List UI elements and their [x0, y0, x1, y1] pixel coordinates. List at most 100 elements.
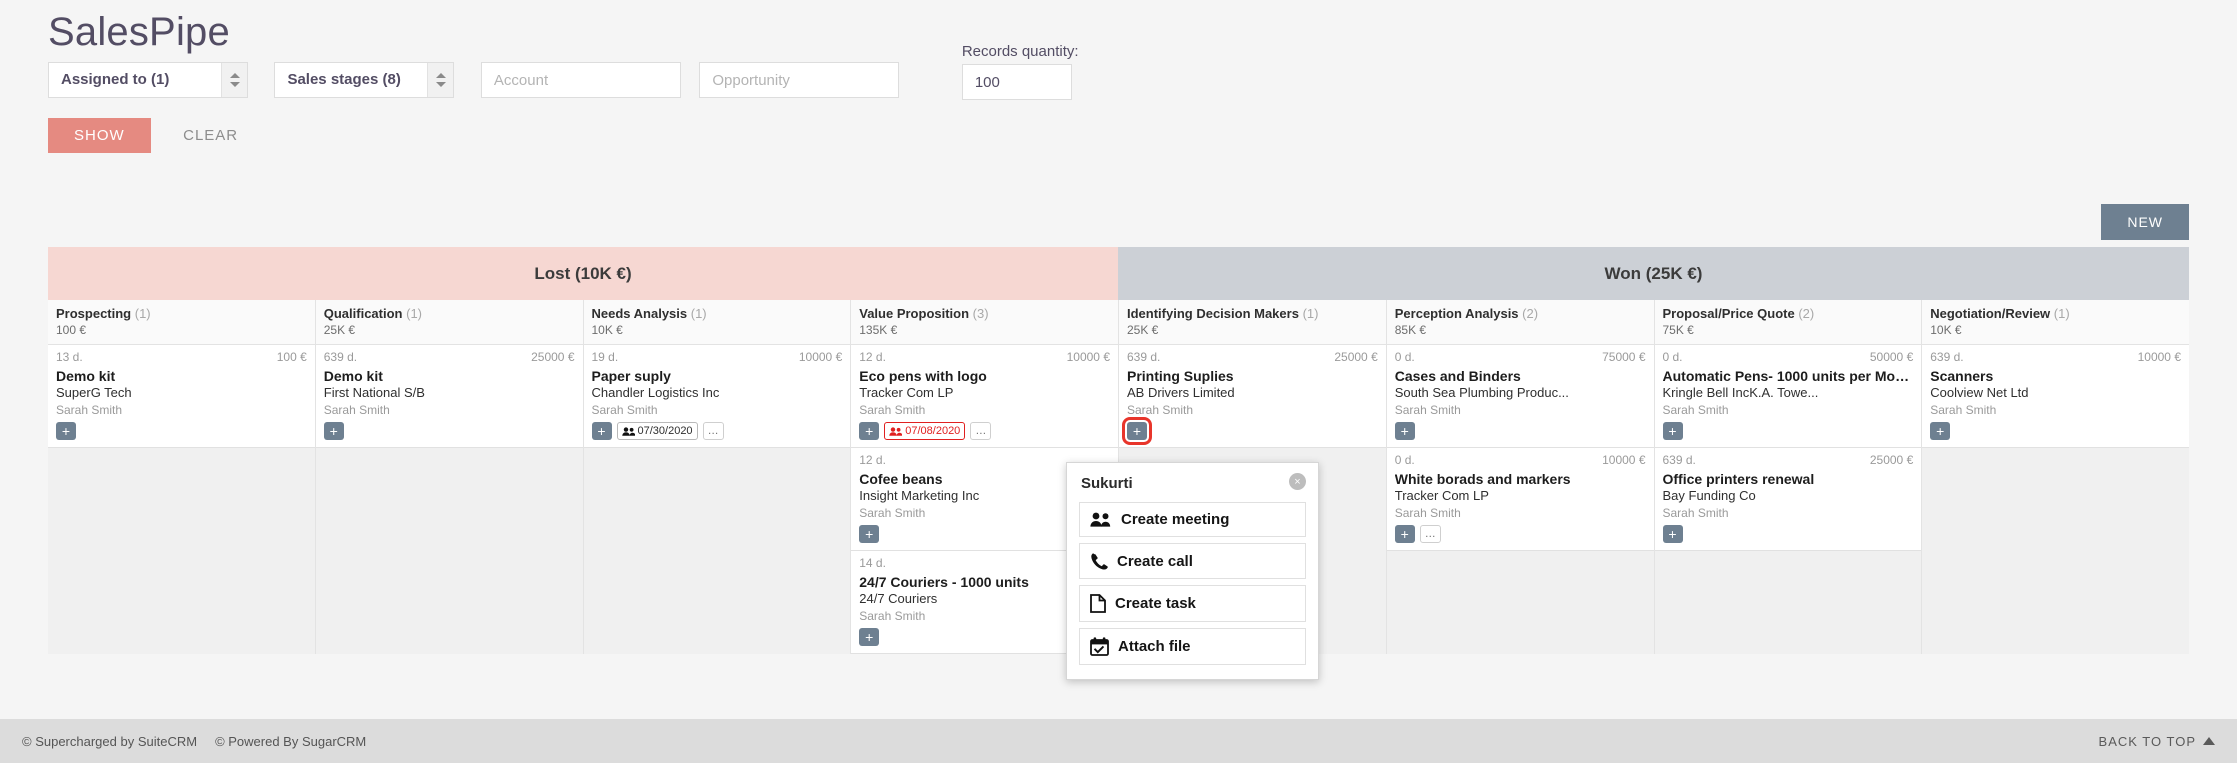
card-opportunity-name[interactable]: Automatic Pens- 1000 units per Month	[1663, 368, 1914, 384]
card-opportunity-name[interactable]: Paper suply	[592, 368, 843, 384]
records-quantity-input[interactable]	[961, 64, 1072, 100]
card-add-activity-button[interactable]: +	[859, 525, 880, 543]
card-meta-row: 19 d. 10000 €	[592, 350, 843, 364]
opportunity-card[interactable]: 639 d. 25000 € Demo kit First National S/B S…	[315, 345, 583, 448]
assigned-to-spinner[interactable]	[221, 63, 247, 97]
card-more-button[interactable]: …	[970, 422, 992, 440]
popup-item-attach-file[interactable]: Attach file	[1079, 628, 1306, 665]
users-icon	[1090, 512, 1112, 527]
card-account-name[interactable]: South Sea Plumbing Produc...	[1395, 385, 1646, 400]
opportunity-card[interactable]: 639 d. 25000 € Office printers renewal Bay …	[1654, 448, 1922, 551]
card-add-activity-button[interactable]: +	[591, 422, 612, 440]
card-add-activity-button[interactable]: +	[1122, 417, 1152, 445]
calendar-check-icon	[1090, 637, 1109, 656]
sales-stages-select[interactable]: Sales stages (8)	[274, 62, 455, 98]
card-meeting-date: 07/08/2020	[905, 425, 961, 437]
card-opportunity-name[interactable]: Printing Suplies	[1127, 368, 1378, 384]
card-account-name[interactable]: Chandler Logistics Inc	[592, 385, 843, 400]
popup-item-label: Create task	[1115, 595, 1196, 612]
stage-header: Prospecting (1) 100 €	[48, 300, 316, 344]
sales-stages-spinner[interactable]	[427, 63, 454, 97]
card-action-row: +07/08/2020 …	[859, 422, 1110, 440]
card-more-button[interactable]: …	[1419, 525, 1441, 543]
card-account-name[interactable]: Bay Funding Co	[1663, 488, 1914, 503]
opportunity-card[interactable]: 639 d. 25000 € Printing Suplies AB Drivers …	[1119, 345, 1386, 448]
account-input[interactable]	[480, 62, 681, 98]
card-account-name[interactable]: Coolview Net Ltd	[1930, 385, 2181, 400]
opportunity-card[interactable]: 13 d. 100 € Demo kit SuperG Tech Sarah Smith…	[48, 345, 315, 448]
card-action-row: +	[56, 422, 307, 440]
card-opportunity-name[interactable]: White borads and markers	[1395, 471, 1646, 487]
popup-item-label: Create call	[1117, 552, 1193, 570]
card-account-name[interactable]: SuperG Tech	[56, 385, 307, 400]
card-add-activity-button[interactable]: +	[859, 628, 880, 646]
card-meeting-date-badge[interactable]: 07/08/2020	[884, 422, 966, 440]
popup-item-create-task[interactable]: Create task	[1079, 585, 1306, 622]
card-action-row: +	[1930, 422, 2181, 440]
stage-column: 0 d. 50000 € Automatic Pens- 1000 units pe…	[1654, 345, 1923, 654]
stage-column: 19 d. 10000 € Paper suply Chandler Logistic…	[583, 345, 852, 654]
popup-item-create-meeting[interactable]: Create meeting	[1079, 502, 1306, 537]
card-more-button[interactable]: …	[702, 422, 724, 440]
card-account-name[interactable]: First National S/B	[324, 385, 575, 400]
stage-title-text: Needs Analysis	[591, 306, 688, 321]
card-meta-row: 0 d. 50000 €	[1663, 350, 1914, 364]
filter-action-row: SHOW CLEAR	[48, 118, 238, 153]
new-button[interactable]: NEW	[2101, 204, 2189, 240]
opportunity-input[interactable]	[699, 62, 900, 98]
meeting-icon	[889, 426, 903, 436]
card-add-activity-button[interactable]: +	[1930, 422, 1951, 440]
card-meta-row: 639 d. 25000 €	[1663, 453, 1914, 467]
stage-amount: 75K €	[1662, 323, 1694, 337]
card-add-activity-button[interactable]: +	[1662, 422, 1683, 440]
back-to-top-button[interactable]: BACK TO TOP	[2099, 734, 2215, 749]
card-age: 639 d.	[1662, 453, 1696, 467]
opportunity-card[interactable]: 19 d. 10000 € Paper suply Chandler Logistic…	[583, 345, 851, 448]
card-age: 12 d.	[859, 350, 886, 364]
popup-item-create-call[interactable]: Create call	[1079, 543, 1306, 579]
card-meta-row: 639 d. 25000 €	[1127, 350, 1378, 364]
card-account-name[interactable]: Tracker Com LP	[1395, 488, 1646, 503]
card-assigned-user: Sarah Smith	[1394, 403, 1461, 417]
opportunity-card[interactable]: 0 d. 75000 € Cases and Binders South Sea Pl…	[1386, 345, 1654, 448]
stage-title-text: Qualification	[323, 306, 403, 321]
card-add-activity-button[interactable]: +	[859, 422, 880, 440]
card-meeting-date-badge[interactable]: 07/30/2020	[616, 422, 698, 440]
outcome-header-lost: Lost (10K €)	[48, 247, 1118, 300]
card-opportunity-name[interactable]: Demo kit	[56, 368, 307, 384]
stage-column: 0 d. 75000 € Cases and Binders South Sea Pl…	[1386, 345, 1655, 654]
stage-count: (1)	[690, 306, 707, 321]
card-age: 14 d.	[859, 556, 886, 570]
opportunity-card[interactable]: 0 d. 10000 € White borads and markers Track…	[1386, 448, 1654, 551]
stage-amount: 10K €	[1930, 323, 1962, 337]
card-opportunity-name[interactable]: Demo kit	[324, 368, 575, 384]
card-add-activity-button[interactable]: +	[323, 422, 344, 440]
outcome-label: Won (25K €)	[1604, 263, 1703, 283]
card-account-name[interactable]: Kringle Bell IncK.A. Towe...	[1663, 385, 1914, 400]
card-account-name[interactable]: AB Drivers Limited	[1127, 385, 1378, 400]
plus-icon: +	[865, 526, 874, 542]
popup-item-list: Create meeting Create call Create task Atta…	[1079, 502, 1306, 665]
card-account-name[interactable]: Tracker Com LP	[859, 385, 1110, 400]
assigned-to-select[interactable]: Assigned to (1)	[48, 62, 248, 98]
card-add-activity-button[interactable]: +	[1394, 422, 1415, 440]
card-opportunity-name[interactable]: Office printers renewal	[1663, 471, 1914, 487]
footer-credit: © Powered By SugarCRM	[215, 733, 367, 749]
show-button[interactable]: SHOW	[48, 118, 151, 153]
card-opportunity-name[interactable]: Cases and Binders	[1395, 368, 1646, 384]
opportunity-card[interactable]: 12 d. 10000 € Eco pens with logo Tracker Co…	[851, 345, 1118, 448]
stage-title: Qualification (1)	[324, 306, 575, 321]
card-add-activity-button[interactable]: +	[56, 422, 76, 440]
card-opportunity-name[interactable]: Scanners	[1930, 368, 2181, 384]
card-amount: 10000 €	[1602, 453, 1646, 467]
opportunity-card[interactable]: 639 d. 10000 € Scanners Coolview Net Ltd Sar…	[1922, 345, 2189, 448]
card-add-activity-button[interactable]: +	[1394, 525, 1415, 543]
card-assigned-user: Sarah Smith	[1662, 403, 1729, 417]
footer-credit: © Supercharged by SuiteCRM	[22, 733, 198, 749]
document-icon	[1090, 594, 1106, 613]
clear-button[interactable]: CLEAR	[183, 127, 238, 144]
card-opportunity-name[interactable]: Eco pens with logo	[859, 368, 1110, 384]
close-icon[interactable]: ×	[1289, 473, 1306, 490]
opportunity-card[interactable]: 0 d. 50000 € Automatic Pens- 1000 units pe…	[1654, 345, 1922, 448]
card-add-activity-button[interactable]: +	[1662, 525, 1683, 543]
